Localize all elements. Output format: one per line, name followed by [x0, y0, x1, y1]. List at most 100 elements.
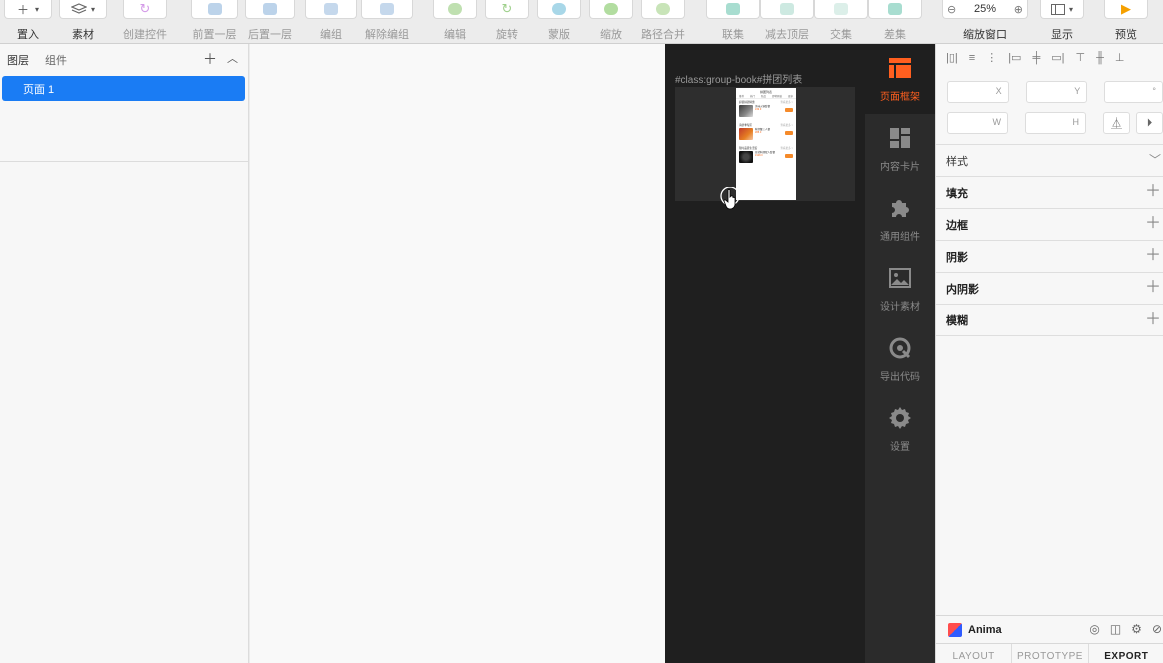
zoom-tool: ⊖ 25% ⊕ 缩放窗口	[942, 0, 1028, 44]
flip-horizontal-icon[interactable]: ⏅	[1103, 112, 1130, 134]
nav-design-assets[interactable]: 设计素材	[865, 254, 935, 324]
nav-export-code[interactable]: 导出代码	[865, 324, 935, 394]
nav-settings[interactable]: 设置	[865, 394, 935, 464]
align-left-icon[interactable]: |▭	[1008, 51, 1021, 64]
tab-components[interactable]: 组件	[45, 52, 67, 68]
group-tool[interactable]: 编组	[305, 0, 357, 44]
template-thumbnail[interactable]: 拼团列表 推荐 热门 新品 即将开始 更多 超值拼团特惠 查看更多 > 美味火锅套…	[675, 87, 855, 201]
export-code-icon	[889, 337, 911, 359]
symbol-icon: ↻	[123, 0, 167, 19]
distribute-vertical-icon[interactable]: ≡	[969, 52, 975, 64]
add-blur-icon[interactable]: ＋	[1145, 312, 1161, 328]
difference-icon	[868, 0, 922, 19]
blur-section: 模糊 ＋	[936, 304, 1163, 336]
scale-icon	[589, 0, 633, 19]
x-field[interactable]: X	[947, 81, 1009, 103]
view-tool[interactable]: ▾ 显示	[1040, 0, 1084, 44]
union-label: 联集	[722, 29, 744, 41]
tab-prototype[interactable]: PROTOTYPE	[1012, 644, 1089, 663]
subtract-tool[interactable]: 减去顶层	[760, 0, 814, 44]
anima-panel-icon[interactable]: ◫	[1110, 622, 1121, 636]
phone-tab: 热门	[749, 95, 755, 98]
border-title: 边框	[946, 219, 968, 232]
panel-divider	[0, 161, 249, 162]
item-price: ¥88.0	[755, 131, 762, 134]
nav-components[interactable]: 通用组件	[865, 184, 935, 254]
align-bottom-icon[interactable]: ⊥	[1115, 51, 1125, 64]
food-image	[739, 151, 753, 163]
play-icon: ▶	[1104, 0, 1148, 19]
collapse-icon[interactable]: ︿	[227, 52, 238, 66]
mask-tool[interactable]: 蒙版	[537, 0, 581, 44]
align-center-icon[interactable]: ╪	[1032, 52, 1040, 64]
zoom-out-button[interactable]: ⊖	[947, 3, 956, 16]
flip-vertical-icon[interactable]: ⏵	[1136, 112, 1163, 134]
nav-label: 内容卡片	[880, 162, 920, 173]
backward-tool[interactable]: 后置一层	[245, 0, 295, 44]
tab-layers[interactable]: 图层	[7, 52, 29, 68]
height-field[interactable]: H	[1025, 112, 1086, 134]
preview-tool[interactable]: ▶ 预览	[1104, 0, 1148, 44]
puzzle-icon	[892, 200, 909, 217]
anima-title: Anima	[968, 623, 1002, 636]
group-icon	[305, 0, 357, 19]
inner-shadow-title: 内阴影	[946, 283, 979, 296]
border-section: 边框 ＋	[936, 208, 1163, 240]
ungroup-tool[interactable]: 解除编组	[361, 0, 413, 44]
canvas[interactable]	[250, 44, 665, 663]
y-field[interactable]: Y	[1025, 81, 1088, 103]
anima-target-icon[interactable]: ◎	[1089, 622, 1099, 636]
rotation-field[interactable]: °	[1104, 81, 1163, 103]
align-right-icon[interactable]: ▭|	[1051, 51, 1064, 64]
add-fill-icon[interactable]: ＋	[1145, 184, 1161, 200]
shadow-section: 阴影 ＋	[936, 240, 1163, 272]
add-shadow-icon[interactable]: ＋	[1145, 248, 1161, 264]
distribute-horizontal-icon[interactable]: |▯|	[946, 51, 958, 64]
nav-label: 页面框架	[880, 92, 920, 103]
align-top-icon[interactable]: ⊤	[1076, 51, 1086, 64]
anima-gear-icon[interactable]: ⚙	[1131, 622, 1142, 636]
union-tool[interactable]: 联集	[706, 0, 760, 44]
item-price: ¥49.9	[755, 108, 762, 111]
flatten-tool[interactable]: 路径合并	[641, 0, 685, 44]
intersect-tool[interactable]: 交集	[814, 0, 868, 44]
edit-icon	[433, 0, 477, 19]
tab-layout[interactable]: LAYOUT	[936, 644, 1013, 663]
join-button	[785, 154, 793, 158]
zoom-in-button[interactable]: ⊕	[1014, 3, 1023, 16]
edit-tool[interactable]: 编辑	[433, 0, 477, 44]
chevron-down-icon[interactable]: ﹀	[1149, 153, 1161, 167]
add-inner-shadow-icon[interactable]: ＋	[1145, 280, 1161, 296]
flatten-icon	[641, 0, 685, 19]
create-symbol-label: 创建控件	[123, 29, 167, 41]
nav-page-frame[interactable]: 页面框架	[865, 44, 935, 114]
page-item[interactable]: 页面 1	[2, 76, 245, 101]
assets-tool[interactable]: ▾ 素材	[59, 0, 107, 44]
nav-label: 导出代码	[880, 372, 920, 383]
add-border-icon[interactable]: ＋	[1145, 216, 1161, 232]
image-icon	[889, 268, 911, 288]
align-middle-icon[interactable]: ╫	[1096, 52, 1104, 64]
join-button	[785, 131, 793, 135]
rotate-tool[interactable]: ↻ 旋转	[485, 0, 529, 44]
nav-content-card[interactable]: 内容卡片	[865, 114, 935, 184]
scale-tool[interactable]: 缩放	[589, 0, 633, 44]
tab-export[interactable]: EXPORT	[1089, 644, 1163, 663]
ungroup-label: 解除编组	[365, 29, 409, 41]
join-button	[785, 108, 793, 112]
scale-label: 缩放	[600, 29, 622, 41]
create-symbol-tool[interactable]: ↻ 创建控件	[123, 0, 167, 44]
difference-tool[interactable]: 差集	[868, 0, 922, 44]
height-label: H	[1072, 117, 1080, 127]
phone-section: 海鲜季专区 查看更多 > 鲜虾蟹三人餐 ¥88.0	[736, 122, 796, 145]
anima-sync-icon[interactable]: ⊘	[1152, 622, 1162, 636]
more-icon[interactable]: ⋮	[986, 51, 997, 64]
rotate-icon: ↻	[485, 0, 529, 19]
forward-tool[interactable]: 前置一层	[191, 0, 238, 44]
ungroup-icon	[361, 0, 413, 19]
add-page-icon[interactable]: ＋	[203, 52, 217, 66]
inspector-panel: |▯| ≡ ⋮ |▭ ╪ ▭| ⊤ ╫ ⊥ X Y ° W H ⏅ ⏵ 样式 ﹀…	[935, 44, 1163, 663]
style-section[interactable]: 样式 ﹀	[936, 144, 1163, 176]
width-field[interactable]: W	[947, 112, 1008, 134]
insert-tool[interactable]: ＋ ▾ 置入	[4, 0, 52, 44]
